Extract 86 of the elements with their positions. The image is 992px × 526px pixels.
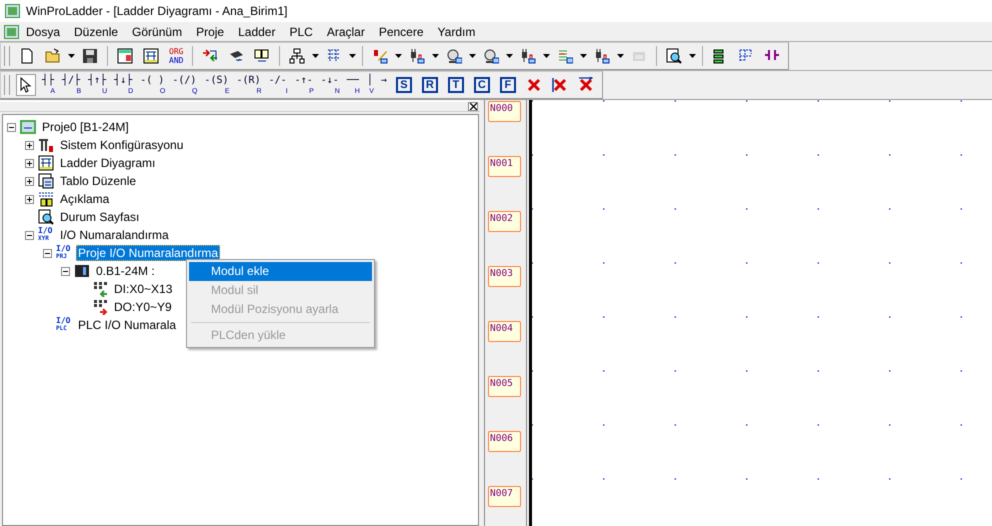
pen-icon bbox=[372, 48, 388, 64]
expander[interactable] bbox=[25, 140, 34, 150]
menu-item[interactable]: Görünüm bbox=[125, 24, 190, 38]
rung-label[interactable]: N002 bbox=[488, 211, 521, 232]
ladder-tool-button[interactable]: → bbox=[378, 74, 389, 96]
ladder-icon bbox=[38, 155, 54, 171]
toolbar-button[interactable]: ORG AND bbox=[166, 45, 186, 67]
caret-icon bbox=[432, 54, 440, 58]
menu-item[interactable]: Araçlar bbox=[320, 24, 372, 38]
window-title: WinProLadder - [Ladder Diyagramı - Ana_Birim1] bbox=[26, 4, 288, 18]
project-icon bbox=[20, 119, 36, 135]
tree-item[interactable]: Açıklama bbox=[58, 191, 112, 207]
comment-icon bbox=[38, 191, 54, 207]
tree-item[interactable]: 0.B1-24M : bbox=[94, 263, 157, 279]
app-icon bbox=[5, 4, 20, 18]
delete-vertical-line-icon bbox=[552, 77, 568, 93]
table-icon bbox=[38, 173, 54, 189]
caret-icon bbox=[617, 54, 624, 58]
caret-icon bbox=[68, 54, 75, 58]
zoom-icon bbox=[666, 48, 682, 64]
caret-icon bbox=[349, 54, 356, 58]
caret-icon bbox=[580, 54, 588, 58]
rung-label[interactable]: N004 bbox=[488, 321, 521, 342]
menu-item[interactable]: Modul ekle bbox=[189, 262, 372, 281]
tree-item[interactable]: DI:X0~X13 bbox=[112, 281, 174, 297]
caret-icon bbox=[312, 54, 320, 58]
menu-item[interactable]: Pencere bbox=[372, 24, 431, 38]
expander[interactable] bbox=[61, 266, 70, 276]
rung-label[interactable]: N005 bbox=[488, 376, 521, 397]
input-point-icon bbox=[92, 281, 108, 297]
tools-icon bbox=[38, 137, 54, 153]
book-icon bbox=[254, 48, 270, 64]
tree-item[interactable]: DO:Y0~Y9 bbox=[112, 299, 174, 315]
caret-icon bbox=[395, 54, 402, 58]
app-icon[interactable] bbox=[4, 24, 19, 38]
output-point-icon bbox=[92, 299, 108, 315]
chip-icon bbox=[228, 48, 244, 64]
plug-icon bbox=[594, 48, 610, 64]
pointer-button[interactable] bbox=[16, 74, 36, 96]
expander[interactable] bbox=[43, 248, 52, 258]
caret-icon bbox=[689, 54, 696, 58]
menu-item[interactable]: Proje bbox=[189, 24, 232, 38]
expander[interactable] bbox=[7, 122, 16, 132]
tree-item[interactable]: Proje I/O Numaralandırma bbox=[76, 245, 220, 261]
caret-icon bbox=[506, 54, 514, 58]
delete-horizontal-line-icon bbox=[578, 77, 594, 93]
expander[interactable] bbox=[25, 230, 34, 240]
menu-item[interactable]: Düzenle bbox=[67, 24, 126, 38]
network-icon bbox=[738, 48, 754, 64]
rung-label[interactable]: N001 bbox=[488, 156, 521, 177]
plug-icon bbox=[409, 48, 426, 64]
menu-item[interactable]: Yardım bbox=[430, 24, 482, 38]
folder-icon bbox=[45, 48, 61, 64]
list-icon bbox=[557, 48, 574, 64]
menu-item[interactable]: Dosya bbox=[19, 24, 68, 38]
rung-label[interactable]: N006 bbox=[488, 431, 521, 452]
table-icon bbox=[117, 48, 133, 64]
plc-module-icon bbox=[74, 263, 90, 279]
floppy-icon bbox=[82, 48, 98, 64]
document-icon bbox=[19, 48, 35, 64]
tree-icon bbox=[289, 48, 306, 64]
tree-item[interactable]: PLC I/O Numarala bbox=[76, 317, 178, 333]
tree-item[interactable]: Durum Sayfası bbox=[58, 209, 142, 225]
motor-icon bbox=[483, 48, 500, 64]
motor-icon bbox=[446, 48, 462, 64]
tree-item[interactable]: Tablo Düzenle bbox=[58, 173, 138, 189]
rung-label[interactable]: N000 bbox=[488, 101, 521, 122]
expander[interactable] bbox=[25, 194, 34, 204]
ladder-icon bbox=[143, 48, 159, 64]
tree-item[interactable]: Sistem Konfigürasyonu bbox=[58, 137, 186, 153]
expander[interactable] bbox=[25, 158, 34, 168]
status-page-icon bbox=[38, 209, 54, 225]
expander[interactable] bbox=[25, 176, 34, 186]
rung-label[interactable]: N007 bbox=[488, 486, 521, 507]
delete-icon bbox=[526, 77, 542, 93]
tree-item[interactable]: Ladder Diyagramı bbox=[58, 155, 158, 171]
caret-icon bbox=[543, 54, 550, 58]
transfer-icon bbox=[202, 48, 218, 64]
rung-label[interactable]: N003 bbox=[488, 266, 521, 287]
close-button[interactable] bbox=[468, 102, 478, 111]
plug-icon bbox=[520, 48, 536, 64]
tree-item[interactable]: Proje0 [B1-24M] bbox=[40, 119, 131, 135]
caret-icon bbox=[469, 54, 476, 58]
menu-item[interactable]: PLC bbox=[282, 24, 320, 38]
tree-item[interactable]: I/O Numaralandırma bbox=[58, 227, 171, 243]
menu-item[interactable]: Ladder bbox=[231, 24, 282, 38]
